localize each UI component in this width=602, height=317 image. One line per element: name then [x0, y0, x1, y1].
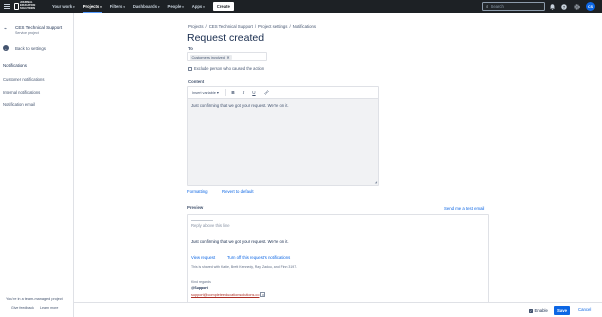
sidebar-item-customer-notifications[interactable]: Customer notifications [3, 77, 44, 82]
preview-label: Preview [187, 205, 204, 210]
preview-turn-off-link[interactable]: Turn off this request's notifications [227, 255, 290, 260]
to-label: To [188, 46, 193, 51]
enable-toggle[interactable]: ✓ Enable [529, 308, 548, 313]
send-test-email-link[interactable]: Send me a test email [444, 206, 484, 211]
exclude-actor-checkbox[interactable] [188, 66, 192, 71]
search-icon: ⌕ [486, 4, 489, 9]
user-avatar[interactable]: CS [586, 2, 595, 11]
preview-reply-above: Reply above this line [191, 223, 230, 228]
back-to-settings-link[interactable]: ← Back to settings [3, 45, 46, 51]
chevron-down-icon: ▾ [123, 4, 125, 9]
cancel-button[interactable]: Cancel [578, 307, 591, 312]
create-button[interactable]: Create [212, 2, 234, 11]
editor-toolbar: Insert variable ▾ B I U [188, 87, 378, 99]
italic-button[interactable]: I [243, 90, 245, 95]
nav-people[interactable]: People ▾ [168, 0, 184, 13]
help-icon[interactable]: ? [560, 2, 568, 11]
content-editor: Insert variable ▾ B I U Just confirming … [187, 86, 379, 186]
revert-to-default-link[interactable]: Revert to default [222, 189, 254, 194]
content-label: Content [188, 79, 205, 84]
project-icon: ⌁ [4, 26, 8, 32]
team-managed-note: You're in a team-managed project [6, 297, 63, 301]
nav-dashboards[interactable]: Dashboards ▾ [133, 0, 160, 13]
sidebar: ⌁ CES Technical Support Service project … [0, 13, 74, 317]
chevron-down-icon: ▾ [73, 4, 75, 9]
recipients-field[interactable]: Customers involved ✕ [187, 52, 267, 61]
insert-variable-dropdown[interactable]: Insert variable ▾ [192, 90, 219, 95]
chevron-down-icon: ▾ [216, 91, 219, 95]
checkmark-icon[interactable]: ✓ [529, 308, 533, 313]
arrow-left-icon: ← [3, 45, 9, 51]
preview-signature: @Support [191, 286, 208, 290]
nav-filters[interactable]: Filters ▾ [110, 0, 125, 13]
preview-message: Just confirming that we got your request… [191, 239, 289, 244]
chevron-down-icon: ▾ [100, 4, 102, 9]
project-type: Service project [15, 31, 39, 35]
exclude-actor-option[interactable]: Exclude person who caused the action [188, 66, 264, 71]
site-logo[interactable]: JOURNAL EDUCATION SOLUTIONS [14, 1, 42, 12]
preview-shared-with: This is shared with Katie, Brett Kennedy… [191, 265, 298, 269]
chevron-down-icon: ▾ [182, 4, 184, 9]
chevron-down-icon: ▾ [158, 4, 160, 9]
breadcrumb-project[interactable]: CES Technical Support [209, 24, 253, 29]
formatting-link[interactable]: Formatting [187, 189, 208, 194]
breadcrumb-projects[interactable]: Projects [188, 24, 204, 29]
content-textarea[interactable]: Just confirming that we got your request… [188, 99, 378, 112]
preview-view-request-link[interactable]: View request [191, 255, 215, 260]
link-icon[interactable] [264, 90, 269, 96]
page-title: Request created [187, 32, 265, 44]
give-feedback-link[interactable]: Give feedback [11, 306, 34, 310]
project-name: CES Technical Support [15, 25, 63, 30]
underline-button[interactable]: U [252, 90, 255, 95]
breadcrumb: Projects / CES Technical Support / Project… [188, 24, 317, 29]
search-input[interactable] [490, 4, 541, 9]
nav-apps[interactable]: Apps ▾ [192, 0, 205, 13]
sidebar-footer-links: Give feedback Learn more [11, 306, 63, 310]
search-box[interactable]: ⌕ [482, 2, 545, 11]
chevron-down-icon: ▾ [203, 4, 205, 9]
sidebar-item-internal-notifications[interactable]: Internal notifications [3, 90, 40, 95]
notifications-bell-icon[interactable] [548, 2, 556, 11]
recipient-chip[interactable]: Customers involved ✕ [189, 54, 232, 61]
preview-support-email[interactable]: support@completeeducationsolutions.co [191, 292, 266, 297]
back-label: Back to settings [15, 45, 46, 51]
project-header: ⌁ CES Technical Support Service project [4, 25, 62, 35]
breadcrumb-project-settings[interactable]: Project settings [258, 24, 287, 29]
top-navigation-bar: JOURNAL EDUCATION SOLUTIONS Your work ▾ P… [0, 0, 602, 13]
breadcrumb-notifications[interactable]: Notifications [293, 24, 316, 29]
nav-your-work[interactable]: Your work ▾ [52, 0, 75, 13]
bold-button[interactable]: B [231, 90, 234, 95]
app-switcher-icon[interactable] [4, 3, 10, 10]
main-nav: Your work ▾ Projects ▾ Filters ▾ Dashboards… [52, 0, 234, 13]
logo-text: JOURNAL EDUCATION SOLUTIONS [20, 1, 36, 10]
learn-more-link[interactable]: Learn more [40, 306, 58, 310]
nav-projects[interactable]: Projects ▾ [82, 0, 102, 13]
sidebar-item-notification-email[interactable]: Notification email [3, 102, 35, 107]
broken-image-icon [260, 292, 266, 297]
remove-chip-icon[interactable]: ✕ [226, 55, 229, 60]
save-button[interactable]: Save [554, 305, 570, 315]
bottom-action-bar: ✓ Enable Save Cancel [74, 302, 602, 317]
settings-gear-icon[interactable] [573, 2, 581, 11]
resize-handle-icon[interactable]: ◢ [375, 180, 377, 184]
email-preview: Reply above this line Just confirming th… [187, 214, 489, 304]
sidebar-section-notifications: Notifications [3, 63, 27, 68]
preview-regards: Kind regards [191, 280, 211, 284]
logo-mark-icon [14, 3, 19, 10]
